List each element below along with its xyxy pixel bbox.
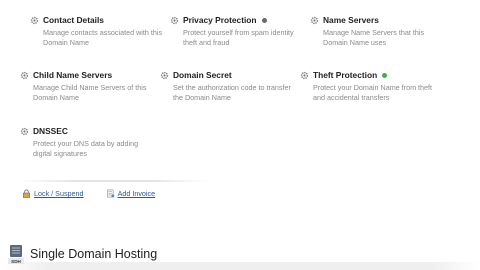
option-title[interactable]: Contact Details xyxy=(43,15,104,25)
lock-icon xyxy=(23,189,30,198)
option-description: Manage contacts associated with this Dom… xyxy=(43,28,163,47)
gear-icon xyxy=(20,71,29,80)
option-domain-secret[interactable]: Domain Secret Set the authorization code… xyxy=(160,69,295,103)
lock-suspend-link[interactable]: Lock / Suspend xyxy=(22,189,84,198)
add-invoice-link[interactable]: Add Invoice xyxy=(106,189,156,198)
server-icon-label: SDH xyxy=(11,259,21,264)
option-contact-details[interactable]: Contact Details Manage contacts associat… xyxy=(30,14,165,48)
invoice-icon xyxy=(106,189,114,198)
option-title[interactable]: Child Name Servers xyxy=(33,70,112,80)
option-title[interactable]: Theft Protection xyxy=(313,70,377,80)
option-description: Protect your DNS data by adding digital … xyxy=(33,139,139,158)
option-privacy-protection[interactable]: Privacy Protection Protect yourself from… xyxy=(170,14,305,48)
option-name-servers[interactable]: Name Servers Manage Name Servers that th… xyxy=(310,14,445,48)
option-description: Set the authorization code to transfer t… xyxy=(173,83,291,102)
gear-icon xyxy=(160,71,169,80)
add-invoice-label[interactable]: Add Invoice xyxy=(118,189,156,198)
option-title[interactable]: Name Servers xyxy=(323,15,379,25)
option-title[interactable]: DNSSEC xyxy=(33,126,68,136)
option-theft-protection[interactable]: Theft Protection Protect your Domain Nam… xyxy=(300,69,435,103)
option-dnssec[interactable]: DNSSEC Protect your DNS data by adding d… xyxy=(20,125,155,159)
gear-icon xyxy=(300,71,309,80)
status-off-icon xyxy=(261,17,267,23)
section-title: Single Domain Hosting xyxy=(30,247,158,261)
option-description: Protect yourself from spam identity thef… xyxy=(183,28,294,47)
action-links: Lock / Suspend Add Invoice xyxy=(22,189,155,198)
gear-icon xyxy=(30,16,39,25)
option-description: Manage Name Servers that this Domain Nam… xyxy=(323,28,425,47)
option-title[interactable]: Privacy Protection xyxy=(183,15,257,25)
option-title[interactable]: Domain Secret xyxy=(173,70,232,80)
lock-suspend-label[interactable]: Lock / Suspend xyxy=(34,189,84,198)
option-description: Manage Child Name Servers of this Domain… xyxy=(33,83,147,102)
divider xyxy=(18,180,208,182)
option-child-name-servers[interactable]: Child Name Servers Manage Child Name Ser… xyxy=(20,69,155,103)
gear-icon xyxy=(310,16,319,25)
option-description: Protect your Domain Name from theft and … xyxy=(313,83,433,102)
gear-icon xyxy=(20,127,29,136)
single-domain-hosting-header: SDH Single Domain Hosting xyxy=(8,243,157,265)
server-icon: SDH xyxy=(8,245,24,264)
status-on-icon xyxy=(382,72,388,78)
gear-icon xyxy=(170,16,179,25)
